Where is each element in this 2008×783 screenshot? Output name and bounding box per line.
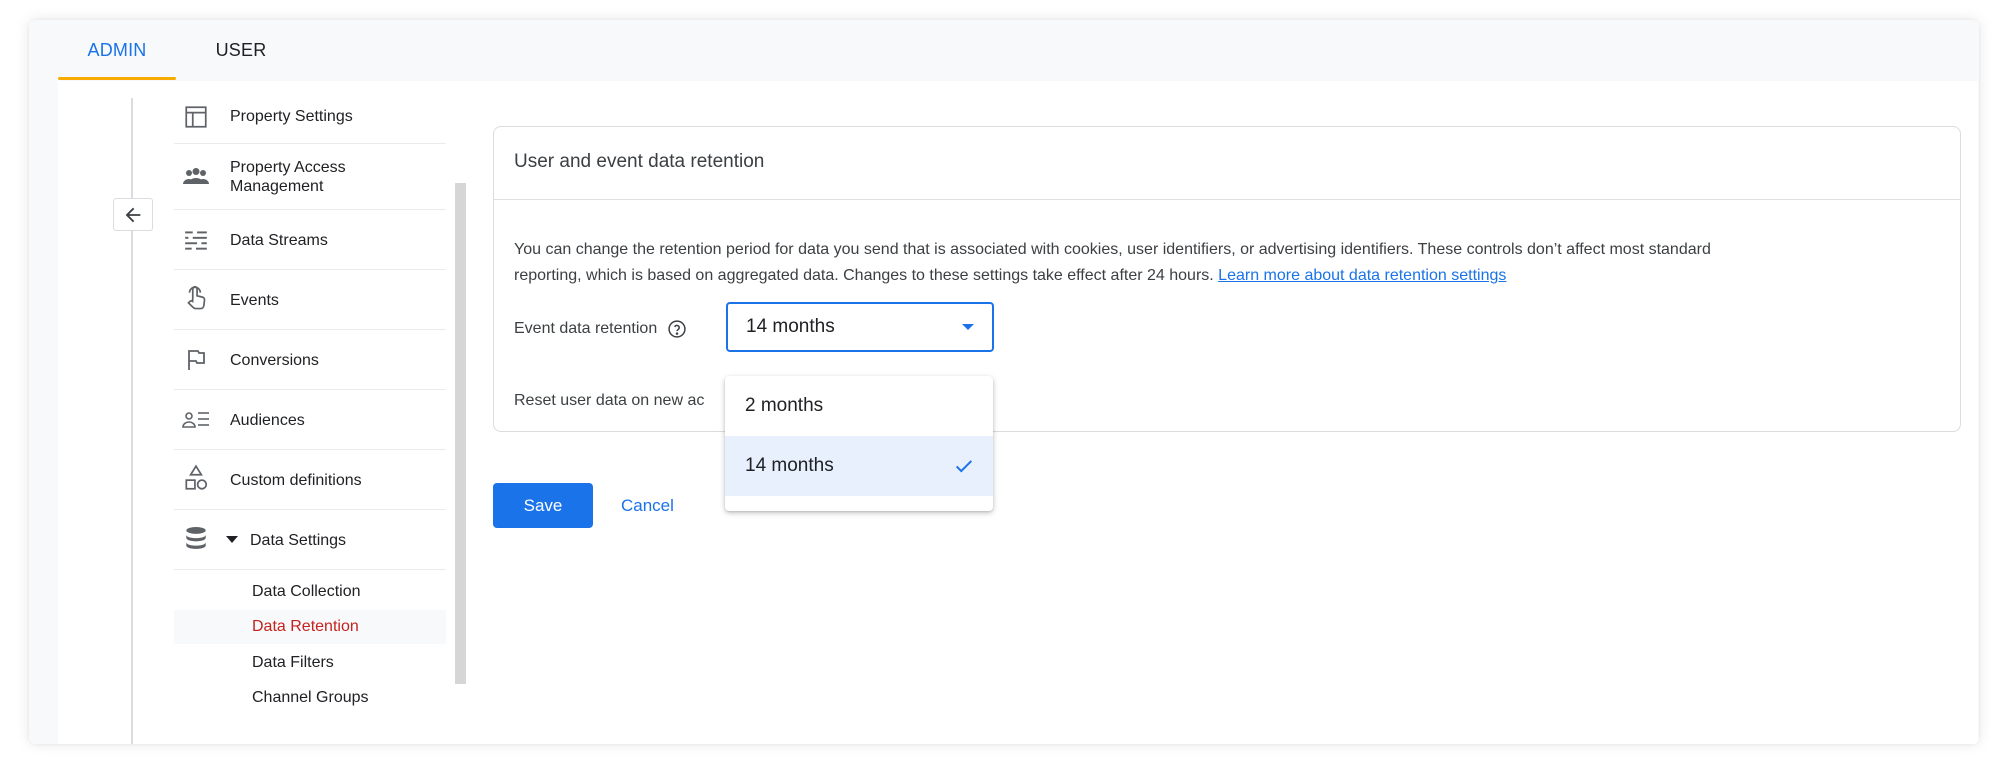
main-content: Property Settings Property Access Manage… [58,81,1978,744]
data-streams-icon [182,226,210,254]
sidebar-item-custom-definitions[interactable]: Custom definitions [174,450,446,510]
description-line-1: You can change the retention period for … [514,241,1711,258]
selected-value: 14 months [746,316,835,337]
sidebar-item-label: Audiences [230,412,305,429]
save-button[interactable]: Save [493,483,593,528]
subnav-item-label: Data Retention [252,618,359,635]
property-settings-icon [182,103,210,131]
description-line-2: reporting, which is based on aggregated … [514,267,1214,284]
caret-down-icon [962,324,974,330]
sidebar-item-audiences[interactable]: Audiences [174,390,446,450]
touch-icon [182,284,210,312]
top-tabs: ADMIN USER [29,20,1979,80]
option-14-months[interactable]: 14 months [725,436,993,496]
subnav-item-channel-groups[interactable]: Channel Groups [174,681,446,715]
subnav-item-data-filters[interactable]: Data Filters [174,646,446,680]
sidebar-item-label: Property Access Management [230,159,346,195]
subnav-item-label: Data Filters [252,654,334,671]
sidebar-item-label: Data Settings [250,532,347,549]
checkmark-icon [955,460,973,473]
option-2-months[interactable]: 2 months [725,376,993,436]
retention-dropdown-menu: 2 months 14 months [725,376,993,511]
caret-down-icon [226,536,238,543]
sidebar-item-events[interactable]: Events [174,270,446,330]
arrow-left-icon [125,207,141,222]
sidebar-item-property-access[interactable]: Property Access Management [174,144,446,210]
option-label: 14 months [745,455,834,476]
option-label: 2 months [745,395,824,416]
subnav-item-label: Channel Groups [252,689,369,706]
event-retention-select[interactable]: 14 months [726,302,994,352]
sidebar-scrollbar[interactable] [455,183,466,684]
learn-more-link[interactable]: Learn more about data retention settings [1218,267,1506,284]
sidebar-item-property-settings[interactable]: Property Settings [174,91,446,144]
sidebar-item-label: Custom definitions [230,472,362,489]
sidebar-item-label: Property Settings [230,108,353,125]
cancel-button[interactable]: Cancel [613,483,682,528]
data-retention-card: User and event data retention You can ch… [493,126,1961,432]
people-icon [182,163,210,191]
subnav-item-data-retention[interactable]: Data Retention [174,610,446,644]
sidebar-divider [131,98,133,744]
reset-user-data-label: Reset user data on new ac [514,392,705,409]
flag-icon [182,346,210,374]
sidebar-item-conversions[interactable]: Conversions [174,330,446,390]
shapes-icon [182,464,210,492]
subnav-item-label: Data Collection [252,583,361,600]
sidebar-item-label: Conversions [230,352,319,369]
sidebar-item-data-streams[interactable]: Data Streams [174,210,446,270]
audiences-icon [182,406,210,434]
event-retention-label: Event data retention [514,319,687,339]
tab-user[interactable]: USER [201,20,281,80]
sidebar-item-label: Events [230,292,279,309]
admin-window: ADMIN USER Property Settings Property Ac… [29,20,1979,744]
card-title: User and event data retention [514,151,765,172]
event-retention-label-text: Event data retention [514,320,658,337]
sidebar-item-label: Data Streams [230,232,328,249]
sidebar-item-data-settings[interactable]: Data Settings [174,510,446,570]
back-button[interactable] [113,198,153,231]
subnav-item-data-collection[interactable]: Data Collection [174,575,446,609]
database-icon [182,525,210,553]
card-description: You can change the retention period for … [514,237,1934,289]
sidebar-nav: Property Settings Property Access Manage… [174,81,446,744]
tab-admin[interactable]: ADMIN [58,20,176,80]
help-icon[interactable] [667,319,687,339]
card-divider [494,199,1960,200]
